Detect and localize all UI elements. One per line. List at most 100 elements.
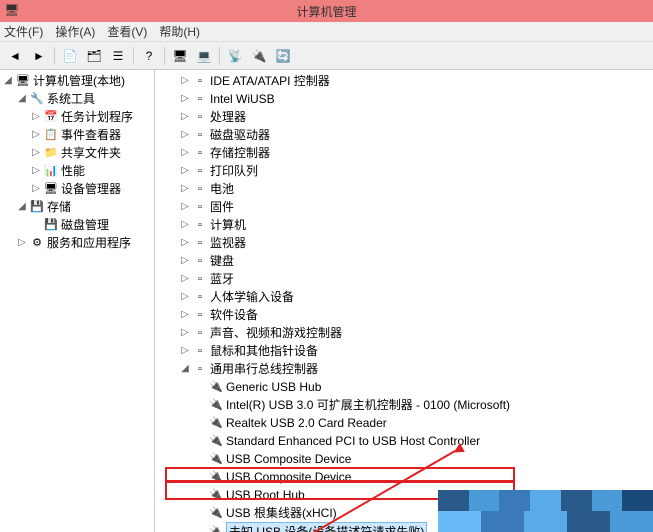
- device-tree-item[interactable]: ▷▫磁盘驱动器: [159, 126, 649, 144]
- toolbar-separator: [133, 47, 134, 65]
- up-button[interactable]: 📄: [59, 45, 81, 67]
- device-tree-item[interactable]: ▷▫IDE ATA/ATAPI 控制器: [159, 72, 649, 90]
- expander-icon[interactable]: ▷: [179, 93, 191, 105]
- expander-icon[interactable]: ◢: [16, 93, 28, 105]
- expander-icon[interactable]: ▷: [179, 273, 191, 285]
- menu-help[interactable]: 帮助(H): [159, 23, 200, 40]
- expander-icon[interactable]: ◢: [16, 201, 28, 213]
- device-tree-item[interactable]: ▷▫软件设备: [159, 306, 649, 324]
- device-tree-item[interactable]: 🔌Standard Enhanced PCI to USB Host Contr…: [159, 432, 649, 450]
- device-tree-item[interactable]: ▷▫声音、视频和游戏控制器: [159, 324, 649, 342]
- expander-icon[interactable]: ▷: [179, 237, 191, 249]
- expander-spacer: [195, 381, 207, 393]
- device-tree-item[interactable]: 🔌USB Composite Device: [159, 468, 649, 486]
- scan-button[interactable]: 📡: [224, 45, 246, 67]
- expander-icon[interactable]: ◢: [179, 363, 191, 375]
- device-tree-item[interactable]: ▷▫Intel WiUSB: [159, 90, 649, 108]
- expander-spacer: [195, 471, 207, 483]
- expander-icon[interactable]: ▷: [30, 165, 42, 177]
- device-tree-item[interactable]: ▷▫蓝牙: [159, 270, 649, 288]
- view-button[interactable]: 🖥: [169, 45, 191, 67]
- expander-icon[interactable]: ▷: [30, 183, 42, 195]
- left-tree-pane[interactable]: ◢ 🖥 计算机管理(本地) ◢ 🔧 系统工具 ▷📅任务计划程序▷📋事件查看器▷📁…: [0, 70, 155, 532]
- tree-services[interactable]: ▷ ⚙ 服务和应用程序: [2, 234, 152, 252]
- tree-item[interactable]: ▷📅任务计划程序: [2, 108, 152, 126]
- properties-button[interactable]: ☰: [107, 45, 129, 67]
- device-label: 固件: [210, 198, 234, 216]
- device-label: 鼠标和其他指针设备: [210, 342, 318, 360]
- forward-button[interactable]: ►: [28, 45, 50, 67]
- device-tree-item[interactable]: 🔌Generic USB Hub: [159, 378, 649, 396]
- expander-spacer: [195, 399, 207, 411]
- expander-icon[interactable]: ▷: [179, 165, 191, 177]
- device-tree-item[interactable]: ▷▫计算机: [159, 216, 649, 234]
- uninstall-button[interactable]: 🔌: [248, 45, 270, 67]
- expander-icon[interactable]: ▷: [179, 309, 191, 321]
- device-icon: 🔌: [208, 487, 224, 503]
- device-label: Standard Enhanced PCI to USB Host Contro…: [226, 432, 480, 450]
- right-tree-pane[interactable]: ▷▫IDE ATA/ATAPI 控制器▷▫Intel WiUSB▷▫处理器▷▫磁…: [155, 70, 653, 532]
- device-icon: ▫: [192, 271, 208, 287]
- expander-icon[interactable]: ▷: [179, 255, 191, 267]
- expander-icon[interactable]: ▷: [30, 111, 42, 123]
- computer-icon: 🖥: [15, 73, 31, 89]
- expander-spacer: [195, 526, 207, 532]
- expander-icon[interactable]: ▷: [179, 75, 191, 87]
- help-button[interactable]: ?: [138, 45, 160, 67]
- device-icon: ▫: [192, 163, 208, 179]
- expander-icon[interactable]: ▷: [179, 129, 191, 141]
- tree-item[interactable]: ▷📁共享文件夹: [2, 144, 152, 162]
- device-tree-item[interactable]: ▷▫处理器: [159, 108, 649, 126]
- device-label: USB Composite Device: [226, 468, 351, 486]
- main-content: ◢ 🖥 计算机管理(本地) ◢ 🔧 系统工具 ▷📅任务计划程序▷📋事件查看器▷📁…: [0, 70, 653, 532]
- device-tree-item[interactable]: ▷▫存储控制器: [159, 144, 649, 162]
- back-button[interactable]: ◄: [4, 45, 26, 67]
- device-tree-item[interactable]: ▷▫打印队列: [159, 162, 649, 180]
- device-tree-item[interactable]: ▷▫鼠标和其他指针设备: [159, 342, 649, 360]
- expander-icon[interactable]: ▷: [179, 291, 191, 303]
- window-title: 计算机管理: [296, 3, 356, 20]
- tree-root[interactable]: ◢ 🖥 计算机管理(本地): [2, 72, 152, 90]
- device-icon: ▫: [192, 181, 208, 197]
- device-tree-item[interactable]: ▷▫人体学输入设备: [159, 288, 649, 306]
- expander-icon[interactable]: ▷: [179, 345, 191, 357]
- expander-icon[interactable]: ▷: [179, 183, 191, 195]
- expander-icon[interactable]: ▷: [179, 147, 191, 159]
- device-label: Intel(R) USB 3.0 可扩展主机控制器 - 0100 (Micros…: [226, 396, 510, 414]
- tree-item[interactable]: 💾磁盘管理: [2, 216, 152, 234]
- device-tree-item[interactable]: ▷▫键盘: [159, 252, 649, 270]
- tree-system-tools[interactable]: ◢ 🔧 系统工具: [2, 90, 152, 108]
- expander-icon[interactable]: ▷: [179, 201, 191, 213]
- show-hide-tree-button[interactable]: 🗂: [83, 45, 105, 67]
- refresh-button[interactable]: 💻: [193, 45, 215, 67]
- device-tree-item[interactable]: ▷▫监视器: [159, 234, 649, 252]
- menu-action[interactable]: 操作(A): [55, 23, 95, 40]
- tree-storage[interactable]: ◢ 💾 存储: [2, 198, 152, 216]
- expander-icon[interactable]: ▷: [16, 237, 28, 249]
- expander-icon[interactable]: ▷: [179, 327, 191, 339]
- expander-icon[interactable]: ▷: [30, 147, 42, 159]
- tree-item[interactable]: ▷🖥设备管理器: [2, 180, 152, 198]
- device-label: USB Root Hub: [226, 486, 305, 504]
- menu-file[interactable]: 文件(F): [4, 23, 43, 40]
- expander-icon[interactable]: ▷: [30, 129, 42, 141]
- device-tree-item[interactable]: 🔌USB Composite Device: [159, 450, 649, 468]
- device-label: 声音、视频和游戏控制器: [210, 324, 342, 342]
- device-tree-item[interactable]: ▷▫电池: [159, 180, 649, 198]
- update-button[interactable]: 🔄: [272, 45, 294, 67]
- expander-icon[interactable]: ▷: [179, 219, 191, 231]
- device-label: Realtek USB 2.0 Card Reader: [226, 414, 387, 432]
- tree-item[interactable]: ▷📊性能: [2, 162, 152, 180]
- device-label: IDE ATA/ATAPI 控制器: [210, 72, 330, 90]
- tree-item[interactable]: ▷📋事件查看器: [2, 126, 152, 144]
- device-tree-item[interactable]: 🔌Intel(R) USB 3.0 可扩展主机控制器 - 0100 (Micro…: [159, 396, 649, 414]
- device-tree-item[interactable]: ◢▫通用串行总线控制器: [159, 360, 649, 378]
- expander-icon[interactable]: ▷: [179, 111, 191, 123]
- expander-icon[interactable]: ◢: [2, 75, 14, 87]
- device-icon: ▫: [192, 343, 208, 359]
- menu-view[interactable]: 查看(V): [107, 23, 147, 40]
- device-label: Generic USB Hub: [226, 378, 321, 396]
- device-tree-item[interactable]: ▷▫固件: [159, 198, 649, 216]
- device-tree-item[interactable]: 🔌Realtek USB 2.0 Card Reader: [159, 414, 649, 432]
- tools-icon: 🔧: [29, 91, 45, 107]
